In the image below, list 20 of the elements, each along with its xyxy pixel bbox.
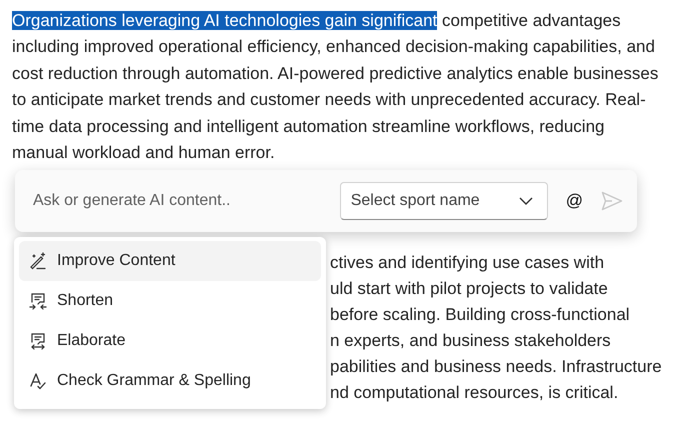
text-line: nd computational resources, is critical.	[330, 382, 620, 404]
magic-pen-icon	[29, 252, 47, 270]
text-line: uld start with pilot projects to validate	[330, 278, 609, 300]
spell-check-icon	[29, 372, 47, 390]
text-line: before scaling. Building cross-functional	[330, 304, 631, 326]
text-line: n experts, and business stakeholders	[330, 330, 612, 352]
menu-item[interactable]: Elaborate	[19, 321, 321, 361]
sport-dropdown[interactable]: Select sport name	[340, 182, 548, 220]
expand-text-icon	[29, 332, 47, 350]
menu-item[interactable]: Improve Content	[19, 241, 321, 281]
chevron-down-icon	[518, 197, 533, 205]
menu-item[interactable]: Check Grammar & Spelling	[19, 361, 321, 401]
text-line: ctives and identifying use cases with	[330, 252, 606, 274]
text-line: pabilities and business needs. Infrastructure	[330, 356, 663, 378]
mention-button[interactable]: @	[558, 191, 591, 211]
selected-text: Organizations leveraging AI technologies gain significant	[12, 11, 438, 30]
prompt-input[interactable]: Ask or generate AI content..	[31, 191, 330, 211]
menu-item[interactable]: Shorten	[19, 281, 321, 321]
shorten-text-icon	[29, 292, 47, 310]
paragraph: Organizations leveraging AI technologies gain significant competitive advantages including improved operational efficiency, enhanced decision-making capabilities, and cost reduction through automation. AI-powered predictive analytics enable businesses to anticipate market trends and customer needs with unprecedented accuracy. Real-time data processing and intelligent automation streamline workflows, reducing manual workload and human error.	[11, 10, 660, 164]
